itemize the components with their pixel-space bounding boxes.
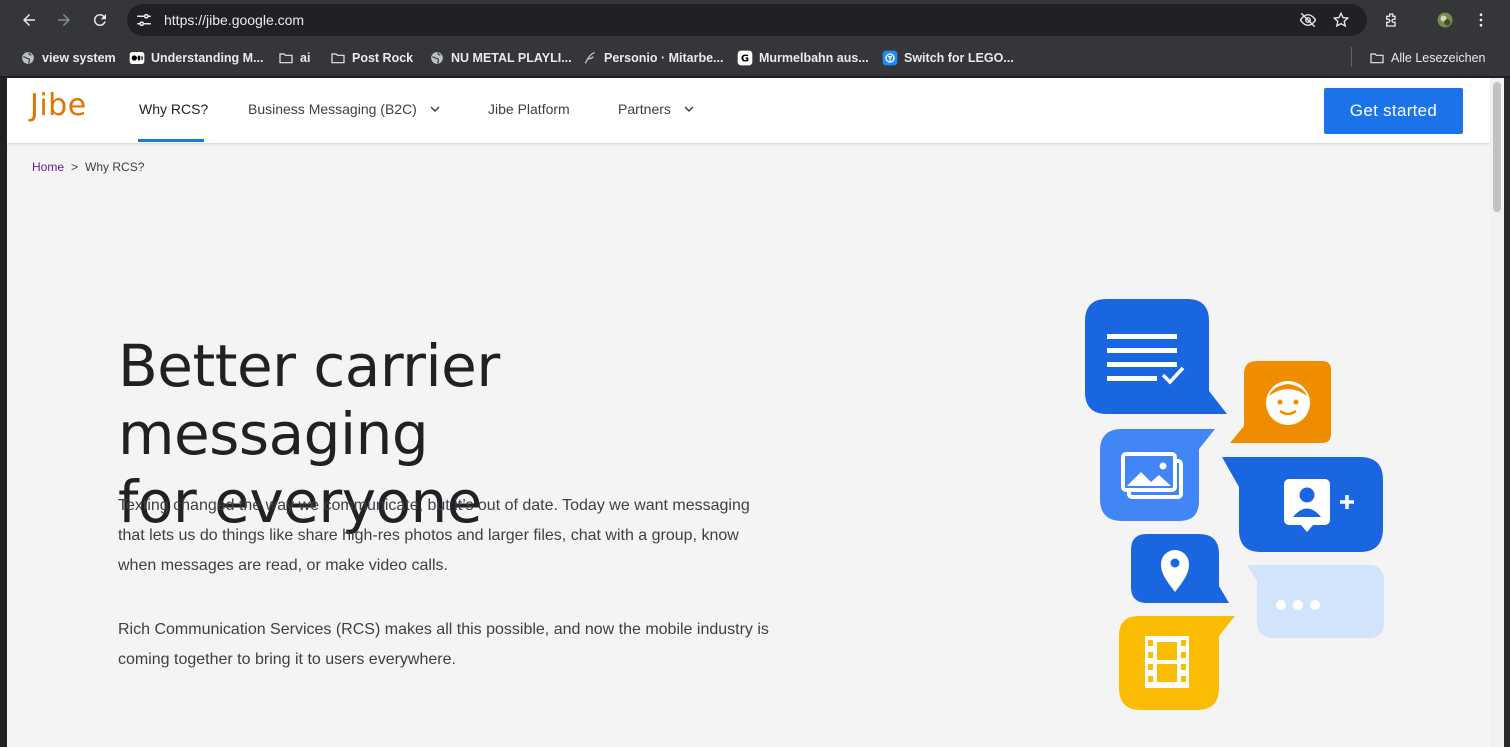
star-icon[interactable]: [1332, 11, 1350, 29]
rcs-paragraph: Rich Communication Services (RCS) makes …: [118, 621, 769, 668]
url-text: https://jibe.google.com: [164, 12, 305, 28]
bookmarks-divider: [1351, 47, 1352, 67]
breadcrumb-current: Why RCS?: [85, 160, 145, 174]
active-nav-indicator: [138, 139, 204, 142]
chevron-down-icon: [684, 106, 694, 113]
folder-icon: [1369, 50, 1385, 66]
more-vert-icon: [1479, 13, 1483, 27]
back-button[interactable]: [15, 6, 43, 34]
jibe-logo[interactable]: Jibe: [30, 88, 87, 123]
intro-paragraph: Texting changed the way we communicate, …: [118, 497, 750, 574]
switch-icon: [882, 50, 898, 66]
avatar-icon: [1437, 12, 1453, 28]
chevron-down-icon: [430, 106, 440, 113]
site-settings-icon[interactable]: [135, 11, 153, 29]
site-header: Jibe Why RCS? Business Messaging (B2C) J…: [7, 78, 1490, 143]
folder-icon: [330, 50, 346, 66]
face-bubble-icon: [1230, 361, 1331, 443]
breadcrumb-home-link[interactable]: Home: [32, 160, 64, 174]
profile-avatar[interactable]: [1431, 6, 1459, 34]
nav-partners[interactable]: Partners: [618, 101, 697, 117]
breadcrumb: Home > Why RCS?: [32, 160, 144, 174]
add-contact-bubble-icon: [1222, 457, 1383, 552]
browser-window: https://jibe.google.com view system Unde…: [0, 0, 1510, 747]
medium-icon: [129, 50, 145, 66]
nav-jibe-platform[interactable]: Jibe Platform: [488, 101, 570, 117]
typing-bubble-icon: [1247, 565, 1384, 638]
page-content: Jibe Why RCS? Business Messaging (B2C) J…: [7, 78, 1490, 747]
window-edge: [1504, 78, 1510, 747]
reload-icon: [93, 14, 106, 27]
nav-business-messaging[interactable]: Business Messaging (B2C): [248, 101, 443, 117]
arrow-left-icon: [23, 14, 35, 26]
globe-icon: [429, 50, 445, 66]
forward-button[interactable]: [50, 6, 78, 34]
globe-icon: [20, 50, 36, 66]
breadcrumb-separator: >: [71, 160, 79, 174]
scrollbar-thumb[interactable]: [1493, 82, 1501, 212]
all-bookmarks[interactable]: Alle Lesezeichen: [1369, 49, 1486, 67]
messaging-illustration: [1085, 299, 1384, 710]
menu-button[interactable]: [1467, 6, 1495, 34]
document-bubble-icon: [1085, 299, 1227, 414]
eye-off-icon[interactable]: [1299, 11, 1317, 29]
bookmark-folder-post-rock[interactable]: Post Rock: [330, 49, 413, 67]
g-icon: G: [737, 50, 753, 66]
film-bubble-icon: [1119, 616, 1235, 710]
arrow-right-icon: [58, 14, 70, 26]
bookmark-murmelbahn[interactable]: G Murmelbahn aus...: [737, 49, 869, 67]
bookmark-understanding[interactable]: Understanding M...: [129, 49, 264, 67]
reload-button[interactable]: [86, 6, 114, 34]
page-scrollbar[interactable]: [1490, 78, 1504, 747]
personio-icon: [582, 50, 598, 66]
bookmark-nu-metal[interactable]: NU METAL PLAYLI...: [429, 49, 572, 67]
svg-text:G: G: [741, 54, 749, 65]
bookmark-folder-ai[interactable]: ai: [278, 49, 310, 67]
photo-bubble-icon: [1100, 429, 1215, 521]
extensions-button[interactable]: [1378, 6, 1406, 34]
bookmark-switch-lego[interactable]: Switch for LEGO...: [882, 49, 1014, 67]
bookmark-view-system[interactable]: view system: [20, 49, 116, 67]
bookmark-personio[interactable]: Personio · Mitarbe...: [582, 49, 723, 67]
location-bubble-icon: [1131, 534, 1229, 603]
folder-icon: [278, 50, 294, 66]
bookmarks-bar: view system Understanding M... ai Post R…: [0, 40, 1510, 77]
browser-toolbar: https://jibe.google.com: [0, 0, 1510, 40]
puzzle-icon: [1386, 13, 1396, 27]
address-bar[interactable]: https://jibe.google.com: [127, 4, 1367, 36]
nav-why-rcs[interactable]: Why RCS?: [139, 101, 208, 117]
get-started-button[interactable]: Get started: [1324, 88, 1463, 134]
